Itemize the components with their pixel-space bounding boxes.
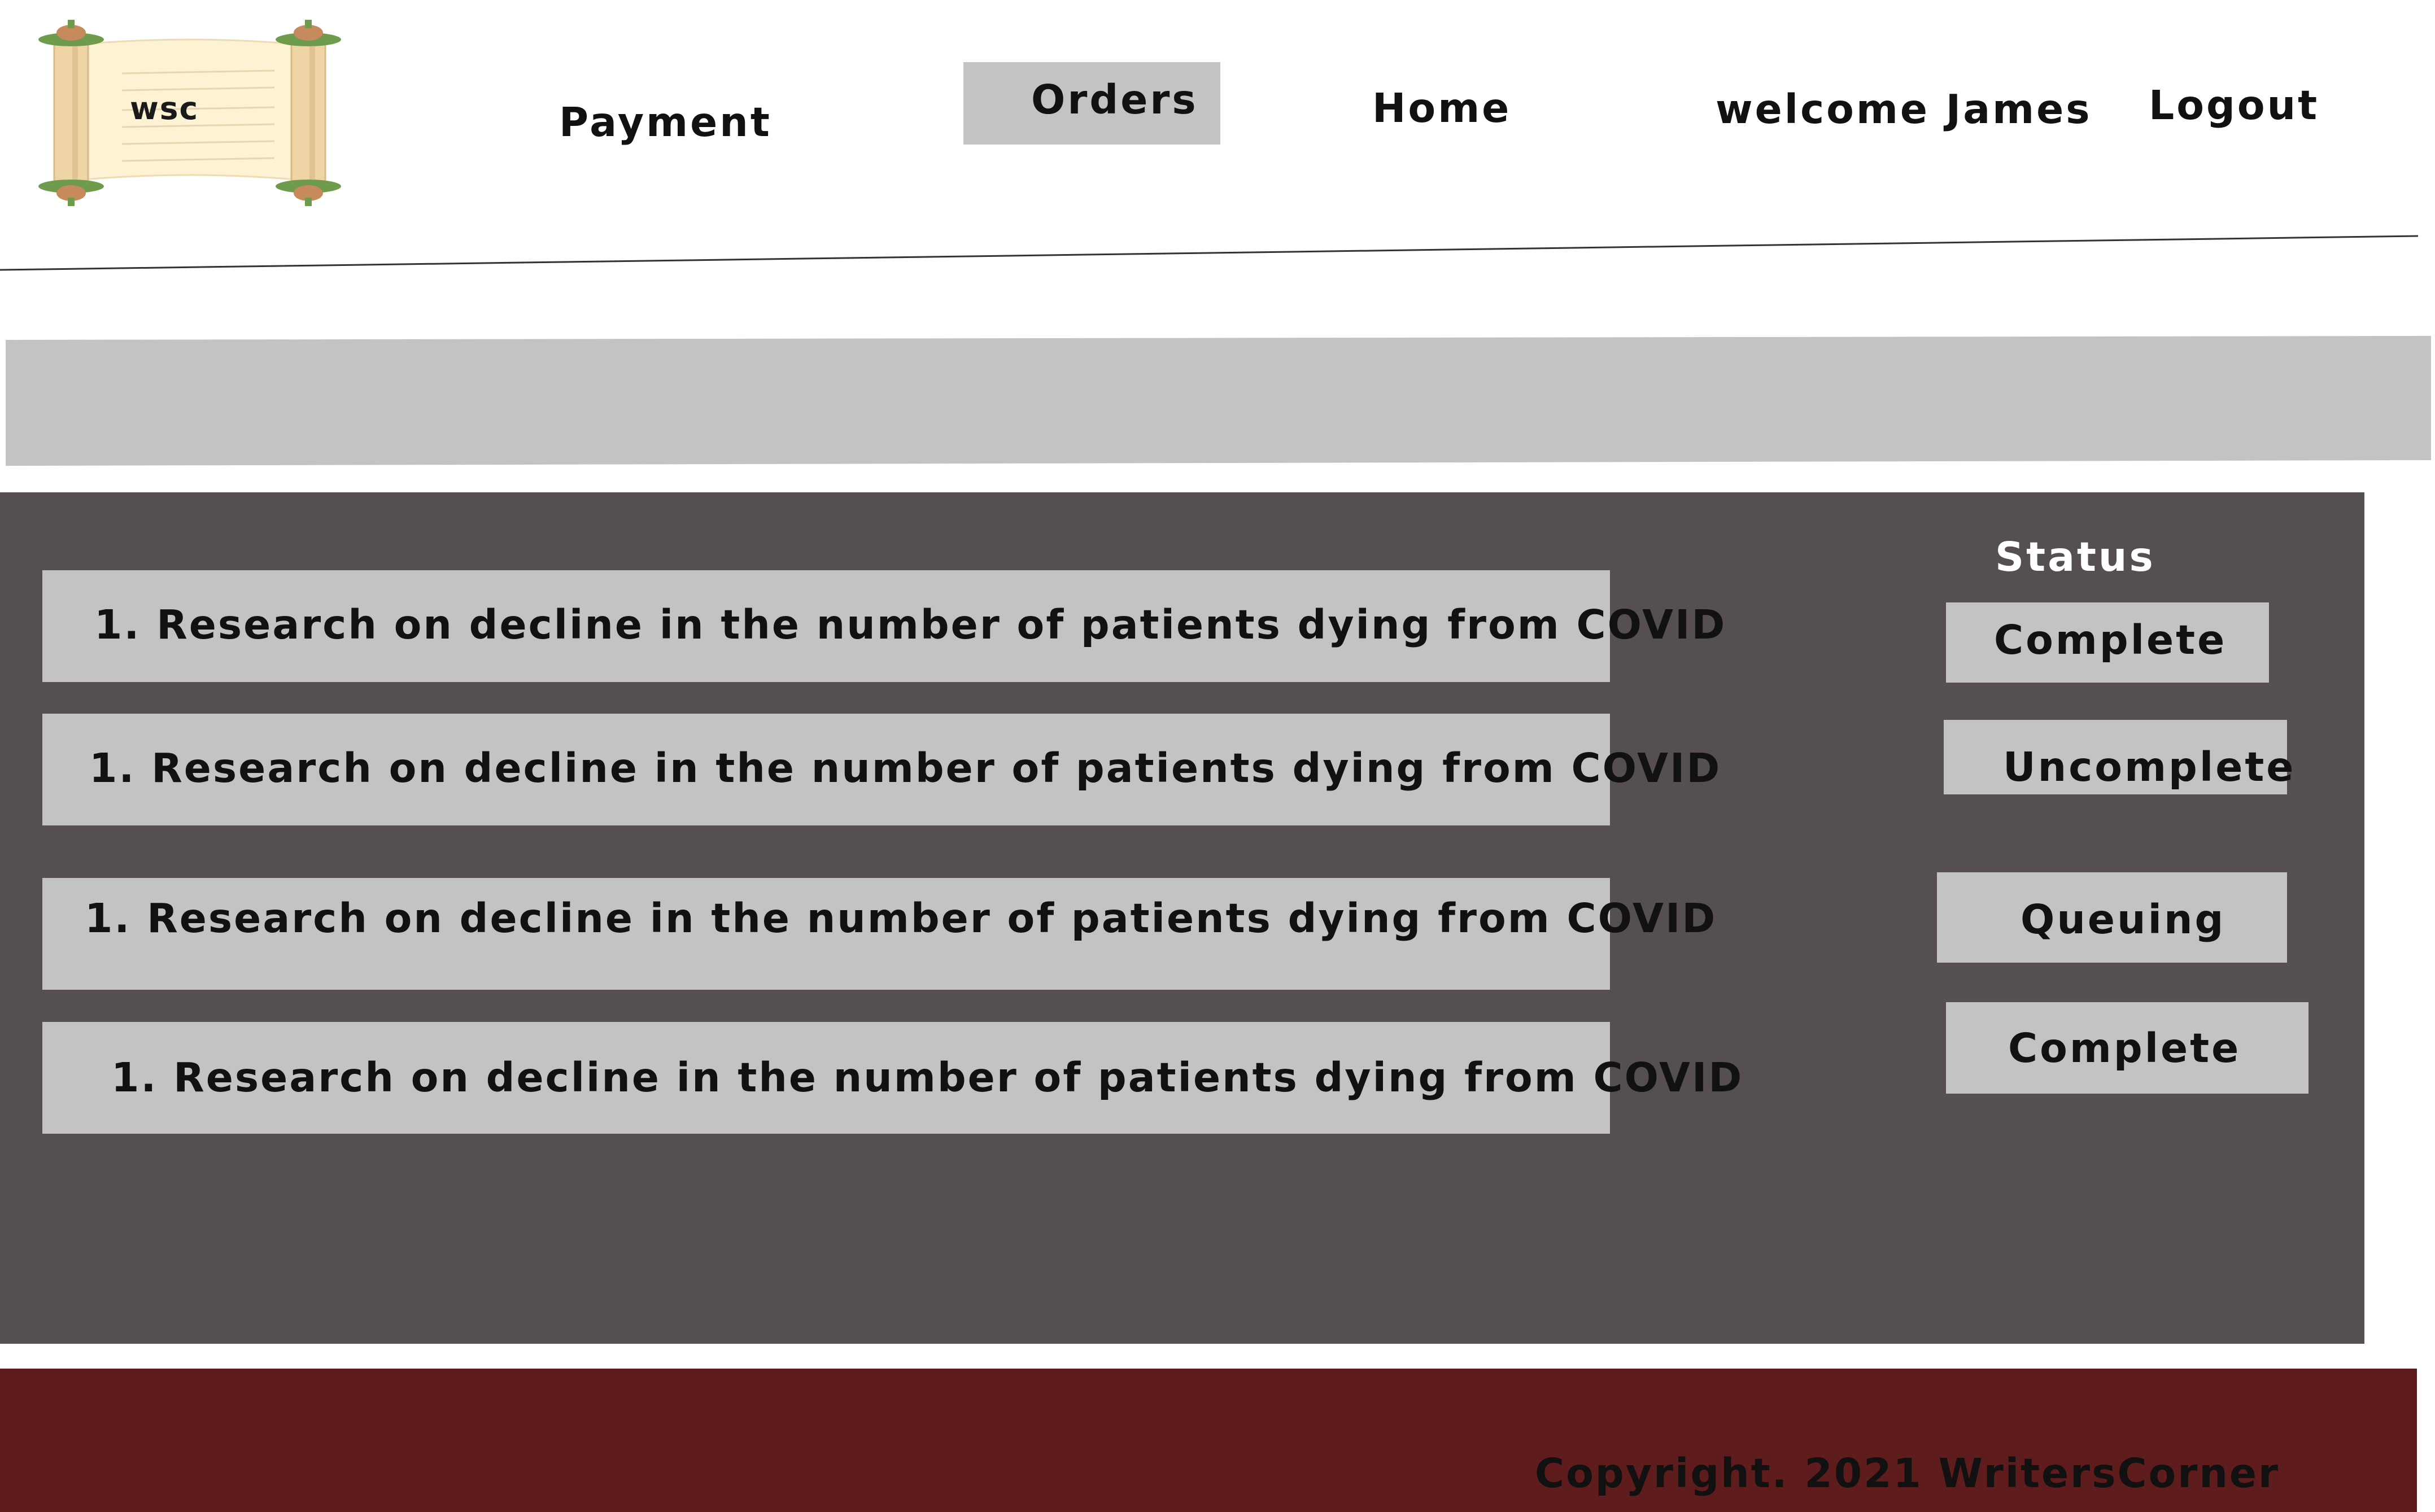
banner — [6, 336, 2431, 466]
nav-payment-link[interactable]: Payment — [559, 99, 772, 146]
status-button-uncomplete[interactable]: Uncomplete — [1944, 720, 2293, 794]
status-label: Queuing — [2021, 896, 2226, 943]
copyright-text: Copyright. 2021 WritersCorner — [1535, 1450, 2280, 1497]
order-row[interactable]: 1. Research on decline in the number of … — [42, 570, 1725, 682]
logout-link[interactable]: Logout — [2149, 82, 2319, 129]
nav-orders-label[interactable]: Orders — [1031, 76, 1198, 123]
status-button-queuing[interactable]: Queuing — [1937, 872, 2287, 963]
status-heading: Status — [1995, 534, 2155, 580]
status-button-complete[interactable]: Complete — [1946, 1002, 2309, 1094]
nav-home-link[interactable]: Home — [1372, 85, 1511, 132]
order-title: 1. Research on decline in the number of … — [94, 601, 1727, 648]
order-row[interactable]: 1. Research on decline in the number of … — [42, 878, 1715, 990]
order-title: 1. Research on decline in the number of … — [89, 745, 1722, 792]
welcome-text: welcome James — [1716, 86, 2092, 133]
order-title: 1. Research on decline in the number of … — [111, 1054, 1744, 1101]
status-label: Uncomplete — [2003, 744, 2296, 790]
order-row[interactable]: 1. Research on decline in the number of … — [42, 1022, 1742, 1134]
order-title: 1. Research on decline in the number of … — [85, 895, 1717, 942]
status-button-complete[interactable]: Complete — [1946, 602, 2269, 683]
order-row[interactable]: 1. Research on decline in the number of … — [42, 714, 1720, 825]
status-label: Complete — [2008, 1025, 2241, 1072]
header-divider — [0, 235, 2419, 271]
logo-text: wsc — [130, 90, 199, 126]
status-label: Complete — [1994, 617, 2227, 663]
